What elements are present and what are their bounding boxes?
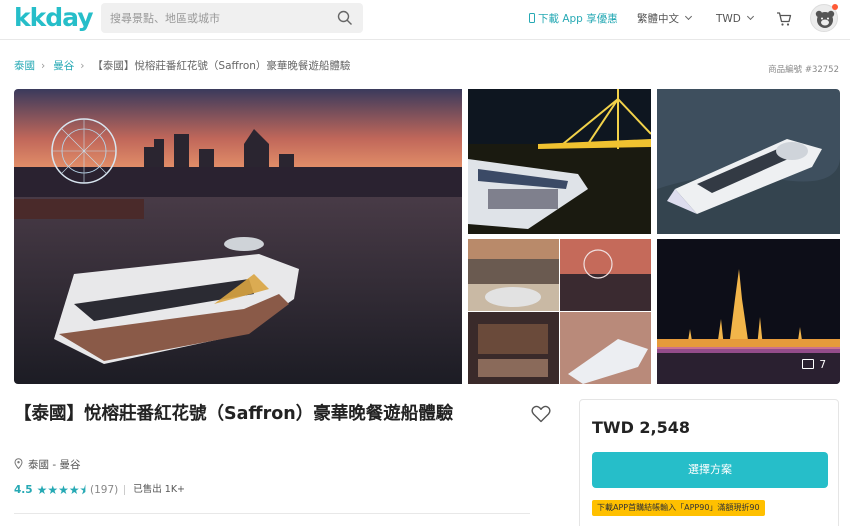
gallery-photo-collage[interactable] bbox=[468, 239, 651, 384]
breadcrumb-thailand[interactable]: 泰國 bbox=[14, 60, 35, 72]
search-input[interactable] bbox=[101, 3, 326, 33]
location-pin-icon bbox=[14, 458, 23, 469]
gallery-photo-main[interactable] bbox=[14, 89, 462, 384]
language-selector[interactable]: 繁體中文 bbox=[637, 12, 693, 26]
sold-count: 已售出 1K+ bbox=[133, 484, 186, 495]
review-count[interactable]: (197) bbox=[90, 483, 118, 497]
breadcrumb-separator: › bbox=[80, 60, 85, 72]
breadcrumb: 泰國 › 曼谷 › 【泰國】悅榕莊番紅花號（Saffron）豪華晚餐遊船體驗 bbox=[14, 59, 350, 73]
rating-row: 4.5 ★★★★⯨ (197) 已售出 1K+ bbox=[14, 483, 185, 497]
chevron-down-icon bbox=[684, 12, 693, 21]
kkday-logo[interactable]: kkday bbox=[14, 4, 94, 32]
price: TWD 2,548 bbox=[592, 418, 691, 437]
image-icon bbox=[802, 359, 815, 369]
booking-panel: TWD 2,548 選擇方案 下載APP首購結帳輸入「APP90」滿額現折90 bbox=[579, 399, 839, 526]
download-app-label: 下載 App 享優惠 bbox=[538, 13, 618, 25]
select-package-button[interactable]: 選擇方案 bbox=[592, 452, 828, 488]
cart-icon[interactable] bbox=[776, 11, 792, 27]
currency-selector[interactable]: TWD bbox=[716, 12, 754, 26]
rating-score: 4.5 bbox=[14, 484, 33, 496]
notification-dot bbox=[832, 4, 838, 10]
gallery-photo-aerial[interactable] bbox=[657, 89, 840, 234]
gallery-photo-bridge[interactable] bbox=[468, 89, 651, 234]
star-rating-icon: ★★★★⯨ bbox=[36, 483, 87, 497]
top-header: kkday 下載 App 享優惠 繁體中文 TWD bbox=[0, 0, 850, 40]
phone-icon bbox=[529, 13, 535, 23]
chevron-down-icon bbox=[746, 12, 754, 21]
location-label: 泰國 - 曼谷 bbox=[28, 459, 81, 471]
section-divider bbox=[14, 513, 530, 514]
promo-banner: 下載APP首購結帳輸入「APP90」滿額現折90 bbox=[592, 500, 765, 516]
language-label: 繁體中文 bbox=[637, 13, 679, 25]
breadcrumb-current: 【泰國】悅榕莊番紅花號（Saffron）豪華晚餐遊船體驗 bbox=[92, 60, 351, 72]
search-bar[interactable] bbox=[101, 3, 363, 33]
download-app-link[interactable]: 下載 App 享優惠 bbox=[529, 12, 618, 26]
breadcrumb-bangkok[interactable]: 曼谷 bbox=[53, 60, 74, 72]
gallery-photo-temple[interactable]: 7 bbox=[657, 239, 840, 384]
more-photos-indicator[interactable]: 7 bbox=[802, 358, 826, 372]
more-photos-count: 7 bbox=[819, 359, 826, 371]
product-number: 商品編號 #32752 bbox=[768, 65, 839, 75]
heart-icon[interactable] bbox=[531, 405, 551, 423]
currency-label: TWD bbox=[716, 13, 741, 25]
breadcrumb-separator: › bbox=[41, 60, 46, 72]
product-location: 泰國 - 曼谷 bbox=[14, 458, 80, 472]
search-icon[interactable] bbox=[337, 10, 353, 26]
product-title: 【泰國】悅榕莊番紅花號（Saffron）豪華晚餐遊船體驗 bbox=[14, 404, 454, 424]
divider bbox=[124, 485, 126, 495]
